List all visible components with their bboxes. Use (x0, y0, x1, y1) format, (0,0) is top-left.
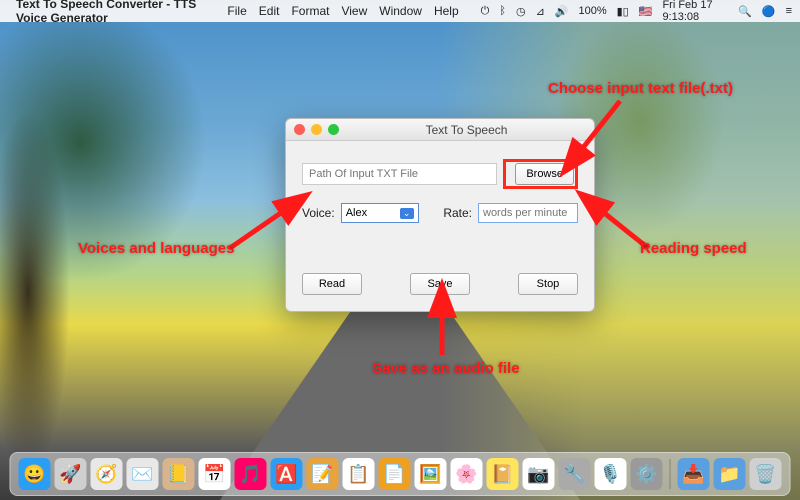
app-window: Text To Speech Browse Voice: Alex ⌄ Rate… (285, 118, 595, 312)
dock: 😀🚀🧭✉️📒📅🎵🅰️📝📋📄🖼️🌸📔📷🔧🎙️⚙️ 📥📁🗑️ (10, 452, 791, 496)
close-button[interactable] (294, 124, 305, 135)
dock-screenshot-icon[interactable]: 📷 (523, 458, 555, 490)
menu-help[interactable]: Help (434, 4, 459, 18)
timemachine-icon[interactable]: ◷ (516, 5, 526, 18)
arrow-icon (432, 300, 452, 365)
dock-appstore-icon[interactable]: 🅰️ (271, 458, 303, 490)
window-title: Text To Speech (347, 123, 586, 137)
dock-dictation-icon[interactable]: 🎙️ (595, 458, 627, 490)
read-button[interactable]: Read (302, 273, 362, 295)
dock-preview-icon[interactable]: 🖼️ (415, 458, 447, 490)
callout-browse: Choose input text file(.txt) (548, 80, 733, 97)
voice-select[interactable]: Alex ⌄ (341, 203, 419, 223)
dock-itunes-icon[interactable]: 🎵 (235, 458, 267, 490)
spotlight-icon[interactable]: 🔍 (738, 5, 752, 18)
window-titlebar[interactable]: Text To Speech (286, 119, 594, 141)
menubar: Text To Speech Converter - TTS Voice Gen… (0, 0, 800, 22)
callout-rate: Reading speed (640, 240, 747, 257)
callout-save: Save as an audio file (372, 360, 520, 377)
battery-percent[interactable]: 100% (578, 5, 606, 17)
input-source-icon[interactable]: 🇺🇸 (639, 5, 653, 18)
browse-button[interactable]: Browse (515, 163, 574, 185)
dock-photos-icon[interactable]: 🌸 (451, 458, 483, 490)
voice-value: Alex (346, 207, 367, 219)
dock-folder-icon[interactable]: 📁 (714, 458, 746, 490)
input-file-path[interactable] (302, 163, 497, 185)
stop-button[interactable]: Stop (518, 273, 578, 295)
dock-reminders-icon[interactable]: 📋 (343, 458, 375, 490)
dock-mail-icon[interactable]: ✉️ (127, 458, 159, 490)
arrow-icon (570, 96, 630, 171)
save-button[interactable]: Save (410, 273, 470, 295)
power-icon[interactable]: ⏻ (481, 5, 490, 18)
zoom-button[interactable] (328, 124, 339, 135)
battery-icon[interactable]: ▮▯ (617, 5, 629, 18)
menu-format[interactable]: Format (291, 4, 329, 18)
clock[interactable]: Fri Feb 17 9:13:08 (662, 0, 728, 23)
dock-tool-icon[interactable]: 🔧 (559, 458, 591, 490)
dock-finder-icon[interactable]: 😀 (19, 458, 51, 490)
rate-label: Rate: (443, 206, 472, 220)
dock-launchpad-icon[interactable]: 🚀 (55, 458, 87, 490)
dock-contacts-icon[interactable]: 📒 (163, 458, 195, 490)
dock-separator (670, 459, 671, 489)
menu-window[interactable]: Window (379, 4, 422, 18)
voice-label: Voice: (302, 206, 335, 220)
dock-stickies-icon[interactable]: 📔 (487, 458, 519, 490)
chevron-updown-icon: ⌄ (400, 208, 414, 219)
dock-trash-icon[interactable]: 🗑️ (750, 458, 782, 490)
volume-icon[interactable]: 🔊 (555, 5, 569, 18)
app-menu[interactable]: Text To Speech Converter - TTS Voice Gen… (16, 0, 217, 25)
dock-pages-icon[interactable]: 📄 (379, 458, 411, 490)
minimize-button[interactable] (311, 124, 322, 135)
menu-view[interactable]: View (341, 4, 367, 18)
dock-preferences-icon[interactable]: ⚙️ (631, 458, 663, 490)
menu-edit[interactable]: Edit (259, 4, 280, 18)
menu-file[interactable]: File (227, 4, 246, 18)
wifi-icon[interactable]: ⊿ (536, 5, 545, 18)
dock-downloads-icon[interactable]: 📥 (678, 458, 710, 490)
dock-calendar-icon[interactable]: 📅 (199, 458, 231, 490)
dock-notes-icon[interactable]: 📝 (307, 458, 339, 490)
notification-center-icon[interactable]: ≡ (786, 5, 792, 17)
rate-input[interactable] (478, 203, 578, 223)
bluetooth-icon[interactable]: ᛒ (499, 5, 506, 17)
dock-safari-icon[interactable]: 🧭 (91, 458, 123, 490)
callout-voice: Voices and languages (78, 240, 234, 257)
agent-icon[interactable]: 🔵 (762, 5, 776, 18)
